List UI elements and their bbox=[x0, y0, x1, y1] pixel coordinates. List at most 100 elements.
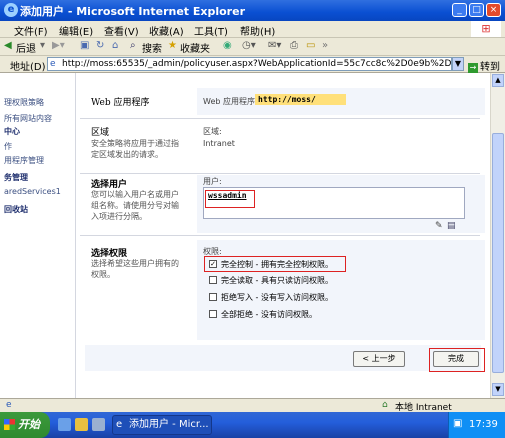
mail-icon[interactable]: ✉▾ bbox=[268, 40, 281, 51]
page-status-icon: e bbox=[6, 400, 12, 410]
refresh-icon[interactable]: ↻ bbox=[96, 40, 104, 51]
permission-label: 完全读取 - 具有只读访问权限。 bbox=[221, 276, 333, 285]
favorites-star-icon: ★ bbox=[168, 40, 177, 51]
folder-quicklaunch-icon[interactable] bbox=[75, 418, 88, 431]
permissions-panel: 权限: ✓ 完全控制 - 拥有完全控制权限。 完全读取 - 具有只读访问权限。 … bbox=[197, 240, 485, 340]
address-input[interactable]: e http://moss:65535/_admin/policyuser.as… bbox=[47, 57, 452, 71]
desktop-quicklaunch-icon[interactable] bbox=[92, 418, 105, 431]
permission-checkbox[interactable] bbox=[209, 310, 217, 318]
history-icon[interactable]: ◷▾ bbox=[242, 40, 256, 51]
divider bbox=[80, 235, 480, 236]
main-pane: Web 应用程序 Web 应用程序: http://moss/ 区域 安全策略将… bbox=[80, 73, 485, 398]
menu-help[interactable]: 帮助(H) bbox=[240, 23, 275, 38]
nav-policy-link[interactable]: 理权限策略 bbox=[4, 97, 44, 108]
go-arrow-icon: → bbox=[468, 63, 478, 73]
divider bbox=[80, 118, 480, 119]
divider bbox=[80, 173, 480, 174]
address-bar: 地址(D) e http://moss:65535/_admin/policyu… bbox=[0, 56, 505, 73]
vertical-scrollbar[interactable]: ▲ ▼ bbox=[490, 73, 505, 398]
permission-label: 拒绝写入 - 没有写入访问权限。 bbox=[221, 293, 333, 302]
scroll-thumb[interactable] bbox=[492, 133, 504, 373]
zone-panel: 区域: Intranet bbox=[197, 121, 485, 173]
zone-description: 安全策略将应用于通过指定区域发出的请求。 bbox=[91, 139, 179, 159]
users-section: 选择用户 您可以输入用户名或用户组名称。请使用分号对输入项进行分隔。 用户: w… bbox=[85, 175, 485, 233]
left-navigation: 理权限策略 所有网站内容 中心 作 用程序管理 务管理 aredServices… bbox=[0, 73, 76, 398]
users-label: 用户: bbox=[203, 177, 222, 186]
menu-file[interactable]: 文件(F) bbox=[14, 23, 48, 38]
forward-icon[interactable]: ▶▾ bbox=[52, 40, 65, 51]
back-dropdown-icon[interactable]: ▾ bbox=[40, 40, 45, 51]
address-label: 地址(D) bbox=[10, 62, 46, 73]
close-button[interactable]: × bbox=[486, 3, 501, 17]
permissions-section: 选择权限 选择希望这些用户拥有的权限。 权限: ✓ 完全控制 - 拥有完全控制权… bbox=[85, 240, 485, 340]
search-button[interactable]: 搜索 bbox=[142, 40, 162, 55]
clock: 17:39 bbox=[469, 419, 498, 430]
start-button[interactable]: 开始 bbox=[0, 412, 50, 438]
back-button[interactable]: 后退 bbox=[16, 40, 36, 55]
folder-icon[interactable]: ▭ bbox=[306, 40, 315, 51]
address-dropdown-icon[interactable]: ▼ bbox=[452, 57, 464, 71]
permissions-description: 选择希望这些用户拥有的权限。 bbox=[91, 259, 179, 279]
search-icon: ⌕ bbox=[130, 40, 136, 51]
nav-shared-services-link[interactable]: aredServices1 bbox=[4, 187, 61, 196]
toolbar-more-icon[interactable]: » bbox=[322, 40, 328, 51]
nav-all-content-link[interactable]: 所有网站内容 bbox=[4, 113, 52, 124]
taskbar-window-item[interactable]: e 添加用户 - Micr... bbox=[112, 415, 212, 435]
users-description: 您可以输入用户名或用户组名称。请使用分号对输入项进行分隔。 bbox=[91, 190, 179, 221]
permission-label: 全部拒绝 - 没有访问权限。 bbox=[221, 310, 317, 319]
title-bar: e 添加用户 - Microsoft Internet Explorer _ □… bbox=[0, 0, 505, 21]
permission-checkbox[interactable] bbox=[209, 293, 217, 301]
webapp-section: Web 应用程序 Web 应用程序: http://moss/ bbox=[85, 88, 485, 115]
menu-favorites[interactable]: 收藏(A) bbox=[149, 23, 184, 38]
browse-address-book-icon[interactable]: ▤ bbox=[447, 221, 456, 231]
ie-window-icon: e bbox=[116, 419, 123, 430]
annotation-highlight bbox=[429, 348, 485, 372]
nav-services-heading[interactable]: 务管理 bbox=[4, 172, 28, 183]
users-input[interactable]: wssadmin bbox=[203, 187, 465, 219]
nav-central-heading[interactable]: 中心 bbox=[4, 126, 20, 137]
permission-checkbox[interactable]: ✓ bbox=[209, 260, 217, 268]
stop-icon[interactable]: ▣ bbox=[80, 40, 89, 51]
menu-view[interactable]: 查看(V) bbox=[104, 23, 139, 38]
media-icon[interactable]: ◉ bbox=[223, 40, 232, 51]
page-icon: e bbox=[50, 59, 56, 69]
zone-section: 区域 安全策略将应用于通过指定区域发出的请求。 区域: Intranet bbox=[85, 121, 485, 173]
taskbar-window-label: 添加用户 - Micr... bbox=[129, 419, 209, 430]
windows-logo-icon: ⊞ bbox=[471, 21, 501, 37]
toolbar: ◀ 后退 ▾ ▶▾ ▣ ↻ ⌂ ⌕ 搜索 ★ 收藏夹 ◉ ◷▾ ✉▾ ⎙ ▭ » bbox=[0, 38, 505, 56]
zone-value: Intranet bbox=[203, 139, 235, 148]
check-names-icon[interactable]: ✎ bbox=[435, 221, 443, 231]
webapp-heading: Web 应用程序 bbox=[91, 98, 150, 108]
nav-app-management-link[interactable]: 用程序管理 bbox=[4, 155, 44, 166]
menu-edit[interactable]: 编辑(E) bbox=[59, 23, 93, 38]
go-label: 转到 bbox=[480, 62, 500, 73]
network-icon[interactable]: ▣ bbox=[453, 418, 462, 429]
ie-quicklaunch-icon[interactable] bbox=[58, 418, 71, 431]
scroll-up-icon[interactable]: ▲ bbox=[492, 74, 504, 87]
menu-bar: 文件(F) 编辑(E) 查看(V) 收藏(A) 工具(T) 帮助(H) ⊞ bbox=[0, 21, 505, 38]
nav-recycle-bin-link[interactable]: 回收站 bbox=[4, 204, 28, 215]
taskbar: 开始 e 添加用户 - Micr... ▣ 17:39 bbox=[0, 412, 505, 438]
minimize-button[interactable]: _ bbox=[452, 3, 467, 17]
go-button[interactable]: → 转到 bbox=[468, 58, 500, 73]
print-icon[interactable]: ⎙ bbox=[290, 40, 298, 51]
page-content: 理权限策略 所有网站内容 中心 作 用程序管理 务管理 aredServices… bbox=[0, 73, 490, 398]
address-url: http://moss:65535/_admin/policyuser.aspx… bbox=[62, 59, 452, 69]
scroll-down-icon[interactable]: ▼ bbox=[492, 383, 504, 396]
home-icon[interactable]: ⌂ bbox=[112, 40, 118, 51]
start-label: 开始 bbox=[18, 418, 40, 431]
webapp-value[interactable]: http://moss/ bbox=[255, 94, 346, 105]
status-bar: e ⌂ 本地 Intranet bbox=[0, 398, 505, 413]
back-step-button[interactable]: < 上一步 bbox=[353, 351, 405, 367]
button-bar: < 上一步 完成 bbox=[85, 345, 485, 372]
favorites-button[interactable]: 收藏夹 bbox=[180, 40, 210, 55]
back-arrow-icon: ◀ bbox=[4, 40, 12, 51]
zone-heading: 区域 bbox=[91, 128, 110, 138]
windows-flag-icon bbox=[4, 419, 15, 430]
permission-checkbox[interactable] bbox=[209, 276, 217, 284]
webapp-label: Web 应用程序: bbox=[203, 97, 258, 106]
system-tray: ▣ 17:39 bbox=[448, 412, 505, 438]
nav-operations-link[interactable]: 作 bbox=[4, 141, 12, 152]
menu-tools[interactable]: 工具(T) bbox=[194, 23, 228, 38]
maximize-button[interactable]: □ bbox=[469, 3, 484, 17]
